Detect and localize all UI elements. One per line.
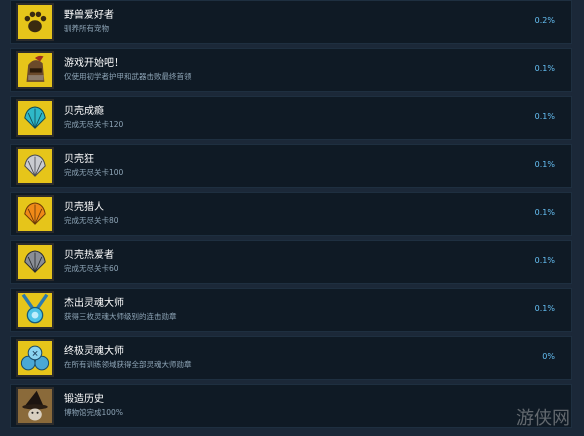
achievement-row: 贝壳猎人完成无尽关卡80 0.1% [10,192,572,236]
achievement-description: 完成无尽关卡60 [64,264,119,273]
soul-medal-icon [16,291,54,329]
achievement-description: 完成无尽关卡100 [64,168,124,177]
unlock-percentage: 0.1% [534,256,555,265]
achievement-title: 贝壳狂 [64,154,94,165]
achievement-title: 贝壳热爱者 [64,250,114,261]
shell-silver-icon [16,147,54,185]
shell-teal-icon [16,99,54,137]
unlock-percentage: 0% [542,352,555,361]
achievement-row: 杰出灵魂大师获得三枚灵魂大师级别的连击勋章 0.1% [10,288,572,332]
achievement-description: 在所有训练领域获得全部灵魂大师勋章 [64,360,192,369]
paw-icon [16,3,54,41]
unlock-percentage: 0.1% [534,304,555,313]
achievement-description: 完成无尽关卡80 [64,216,119,225]
achievement-list: 野兽爱好者驯养所有宠物 0.2% 游戏开始吧！ 仅使用初学者护甲和武器击败最终首领 0.… [0,0,584,436]
achievement-row: ✕ 终极灵魂大师在所有训练领域获得全部灵魂大师勋章 0% [10,336,572,380]
achievement-title: 终极灵魂大师 [64,346,124,357]
unlock-percentage: 0.2% [534,16,555,25]
achievement-title: 游戏开始吧！ [64,58,124,69]
achievement-row: 贝壳成瘾完成无尽关卡120 0.1% [10,96,572,140]
unlock-percentage: 0.1% [534,112,555,121]
achievement-title: 杰出灵魂大师 [64,298,124,309]
achievement-title: 锻造历史 [64,394,104,405]
achievement-description: 完成无尽关卡120 [64,120,124,129]
achievement-row: 贝壳热爱者完成无尽关卡60 0.1% [10,240,572,284]
svg-text:✕: ✕ [31,349,38,359]
knight-helmet-icon [16,51,54,89]
achievement-description: 仅使用初学者护甲和武器击败最终首领 [64,72,192,81]
achievement-description: 获得三枚灵魂大师级别的连击勋章 [64,312,177,321]
achievement-description: 博物馆完成100% [64,408,123,417]
shell-dark-icon [16,243,54,281]
wizard-hat-icon [16,387,54,425]
shell-gold-icon [16,195,54,233]
unlock-percentage: 0.1% [534,64,555,73]
achievement-title: 贝壳猎人 [64,202,104,213]
unlock-percentage: 0.1% [534,160,555,169]
achievement-row: 游戏开始吧！ 仅使用初学者护甲和武器击败最终首领 0.1% [10,48,572,92]
achievement-description: 驯养所有宠物 [64,24,109,33]
achievement-row: 锻造历史博物馆完成100% [10,384,572,428]
achievement-row: 贝壳狂完成无尽关卡100 0.1% [10,144,572,188]
achievement-title: 野兽爱好者 [64,10,114,21]
ultimate-medals-icon: ✕ [16,339,54,377]
achievement-title: 贝壳成瘾 [64,106,104,117]
achievement-row: 野兽爱好者驯养所有宠物 0.2% [10,0,572,44]
unlock-percentage: 0.1% [534,208,555,217]
watermark: 游侠网 [516,408,570,429]
